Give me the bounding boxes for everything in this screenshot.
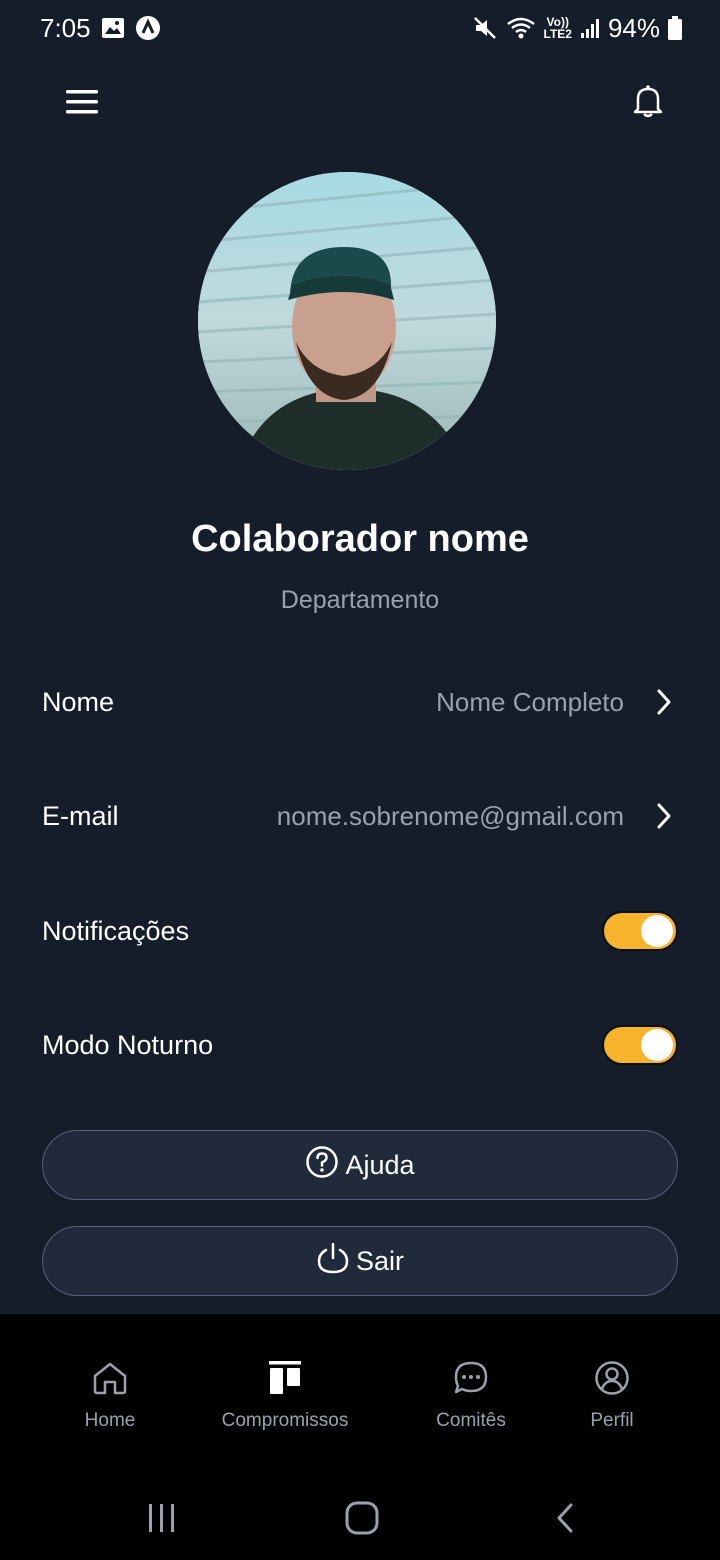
- wifi-icon: [506, 16, 536, 40]
- app-notification-icon: [135, 15, 161, 41]
- logout-label: Sair: [355, 1245, 404, 1276]
- email-label: E-mail: [42, 800, 119, 831]
- logout-button[interactable]: Sair: [42, 1226, 678, 1296]
- menu-button[interactable]: [60, 84, 104, 124]
- chevron-right-icon: [652, 801, 676, 831]
- battery-percent: 94%: [607, 12, 660, 43]
- chevron-right-icon: [652, 687, 676, 717]
- profile-icon: [594, 1358, 630, 1398]
- notifications-row: Notificações: [42, 901, 678, 961]
- chat-icon: [453, 1358, 489, 1398]
- profile-avatar[interactable]: [198, 172, 496, 470]
- home-square-icon: [345, 1501, 379, 1540]
- mute-icon: [472, 15, 498, 41]
- home-system-button[interactable]: [340, 1498, 384, 1542]
- avatar-photo: [198, 172, 496, 470]
- email-value: nome.sobrenome@gmail.com: [276, 800, 624, 831]
- status-right: Vo)) LTE2 94%: [472, 12, 682, 44]
- battery-icon: [668, 16, 682, 40]
- nav-compromissos-label: Compromissos: [221, 1410, 349, 1431]
- help-button[interactable]: Ajuda: [42, 1130, 678, 1200]
- toggle-knob: [641, 1029, 673, 1061]
- hamburger-menu-icon: [65, 87, 99, 122]
- status-time: 7:05: [40, 12, 91, 43]
- status-left: 7:05: [40, 13, 161, 44]
- profile-name: Colaborador nome: [191, 518, 529, 560]
- nav-compromissos[interactable]: Compromissos: [210, 1314, 360, 1454]
- signal-icon: [580, 17, 600, 39]
- home-icon: [92, 1358, 128, 1398]
- dark-mode-label: Modo Noturno: [42, 1029, 214, 1060]
- system-nav-bar: [0, 1480, 720, 1560]
- dark-mode-toggle[interactable]: [602, 1025, 678, 1065]
- notifications-label: Notificações: [42, 915, 190, 946]
- nav-comites-label: Comitês: [436, 1410, 506, 1431]
- help-label: Ajuda: [345, 1149, 415, 1180]
- gallery-icon: [101, 17, 125, 39]
- email-row[interactable]: E-mail nome.sobrenome@gmail.com: [42, 786, 678, 846]
- notifications-toggle[interactable]: [602, 911, 678, 951]
- dark-mode-row: Modo Noturno: [42, 1015, 678, 1075]
- status-bar: 7:05 Vo)) LTE2 94%: [0, 0, 720, 56]
- name-label: Nome: [42, 686, 115, 717]
- nav-comites[interactable]: Comitês: [420, 1314, 522, 1454]
- name-value: Nome Completo: [436, 686, 624, 717]
- profile-department: Departamento: [280, 586, 440, 614]
- bell-icon: [633, 84, 663, 123]
- board-icon: [269, 1358, 301, 1398]
- notifications-button[interactable]: [628, 82, 668, 124]
- nav-home[interactable]: Home: [70, 1314, 150, 1454]
- back-chevron-icon: [554, 1502, 576, 1539]
- network-type-indicator: Vo)) LTE2: [543, 15, 572, 41]
- recent-apps-button[interactable]: [140, 1498, 184, 1542]
- recent-apps-icon: [146, 1503, 178, 1538]
- help-icon: [305, 1145, 339, 1186]
- bottom-nav: Home Compromissos Comitês Perfil: [0, 1314, 720, 1480]
- nav-perfil-label: Perfil: [590, 1410, 634, 1431]
- name-row[interactable]: Nome Nome Completo: [42, 672, 678, 732]
- nav-perfil[interactable]: Perfil: [572, 1314, 652, 1454]
- power-icon: [316, 1241, 350, 1282]
- nav-home-label: Home: [84, 1410, 136, 1431]
- toggle-knob: [641, 915, 673, 947]
- back-button[interactable]: [548, 1498, 582, 1542]
